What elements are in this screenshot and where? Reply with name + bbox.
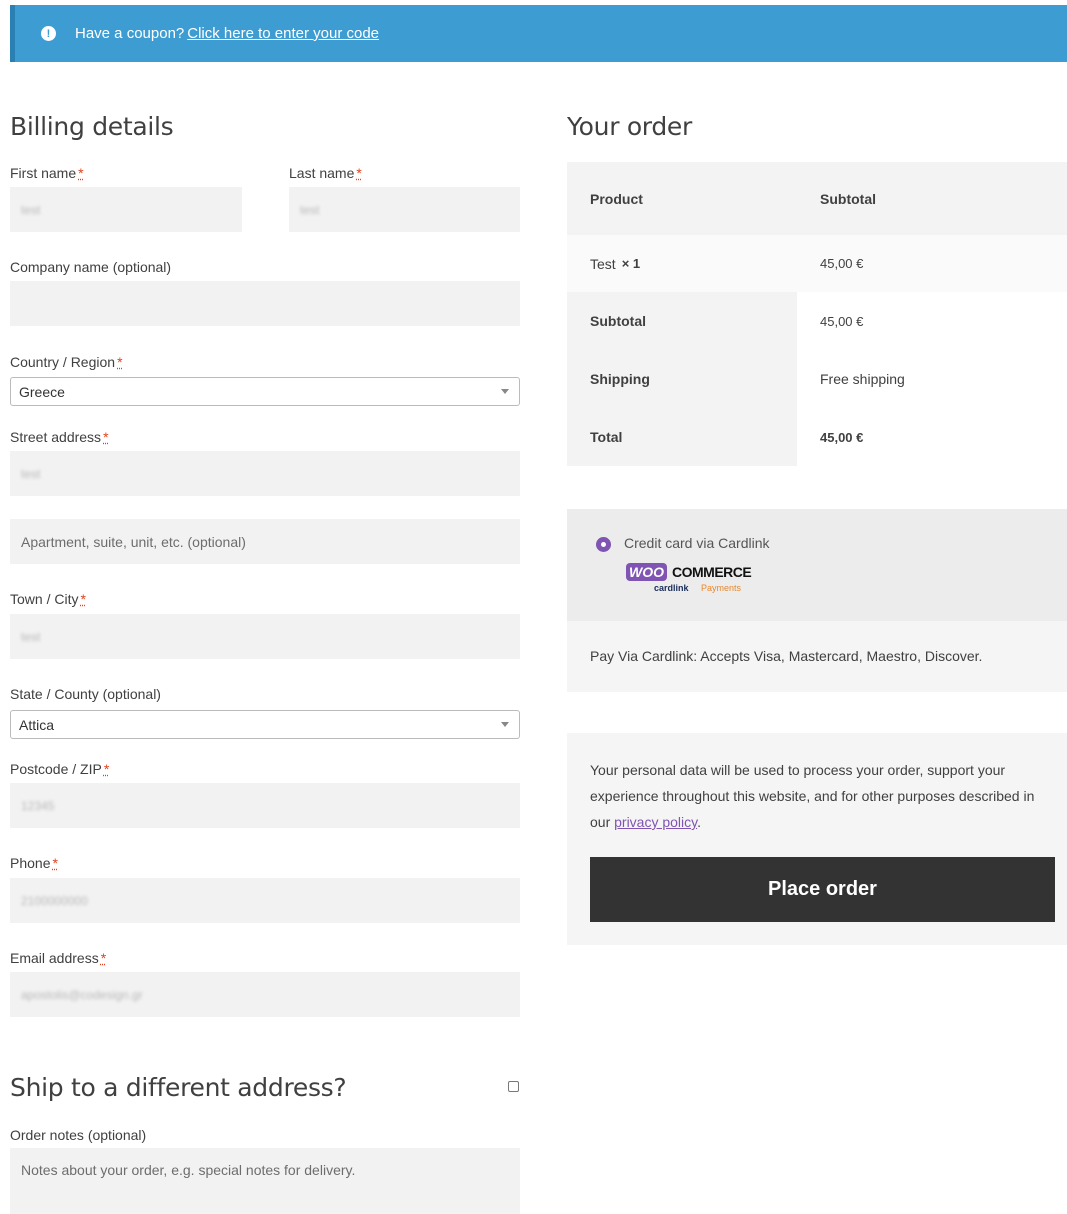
- privacy-text: Your personal data will be used to proce…: [590, 762, 1035, 830]
- country-value: Greece: [19, 383, 65, 400]
- street-input[interactable]: test: [10, 451, 520, 496]
- place-order-button[interactable]: Place order: [590, 857, 1055, 922]
- coupon-notice: ! Have a coupon? Click here to enter you…: [10, 5, 1067, 62]
- subtotal-value: 45,00 €: [820, 313, 864, 329]
- ship-different-title: Ship to a different address?: [10, 1073, 347, 1102]
- street-label: Street address *: [10, 429, 109, 445]
- payment-radio[interactable]: [596, 537, 611, 552]
- item-name: Test: [590, 255, 616, 272]
- first-name-label: First name *: [10, 165, 84, 181]
- country-select[interactable]: Greece: [10, 377, 520, 406]
- company-label: Company name (optional): [10, 259, 172, 275]
- chevron-down-icon: [501, 389, 509, 394]
- payment-description: Pay Via Cardlink: Accepts Visa, Masterca…: [590, 648, 983, 664]
- state-label: State / County (optional): [10, 686, 161, 702]
- company-input[interactable]: [10, 281, 520, 326]
- subtotal-label: Subtotal: [567, 292, 797, 350]
- email-label: Email address *: [10, 950, 107, 966]
- state-select[interactable]: Attica: [10, 710, 520, 739]
- logo-woo: WOO: [626, 563, 667, 581]
- phone-input[interactable]: 2100000000: [10, 878, 520, 923]
- header-subtotal: Subtotal: [820, 190, 876, 207]
- logo-cardlink: cardlink: [654, 583, 689, 593]
- cardlink-logo: WOO COMMERCE cardlink Payments: [626, 563, 752, 597]
- billing-title: Billing details: [10, 112, 174, 141]
- place-order-section: Your personal data will be used to proce…: [567, 733, 1067, 945]
- header-product: Product: [590, 190, 643, 207]
- order-title: Your order: [567, 112, 692, 141]
- town-input[interactable]: test: [10, 614, 520, 659]
- payment-method-item[interactable]: Credit card via Cardlink WOO COMMERCE ca…: [567, 509, 1067, 621]
- total-value: 45,00 €: [820, 429, 864, 445]
- coupon-link[interactable]: Click here to enter your code: [187, 25, 379, 42]
- last-name-label: Last name *: [289, 165, 362, 181]
- logo-commerce: COMMERCE: [672, 564, 752, 580]
- shipping-row: Shipping Free shipping: [567, 350, 1067, 408]
- shipping-label: Shipping: [567, 350, 797, 408]
- order-notes-label: Order notes (optional): [10, 1127, 147, 1143]
- info-icon: !: [41, 26, 56, 41]
- total-label: Total: [567, 408, 797, 466]
- table-row: Test × 1 45,00 €: [567, 235, 1067, 292]
- postcode-label: Postcode / ZIP *: [10, 761, 110, 777]
- payment-method-label: Credit card via Cardlink: [624, 535, 770, 551]
- phone-label: Phone *: [10, 855, 58, 871]
- ship-different-checkbox[interactable]: [508, 1081, 519, 1092]
- town-label: Town / City *: [10, 591, 86, 607]
- table-header-row: Product Subtotal: [567, 162, 1067, 235]
- coupon-text: Have a coupon?: [75, 25, 185, 42]
- item-qty: × 1: [621, 256, 641, 271]
- item-cell: Test × 1: [567, 235, 797, 292]
- order-notes-textarea[interactable]: Notes about your order, e.g. special not…: [10, 1148, 520, 1214]
- apartment-input[interactable]: Apartment, suite, unit, etc. (optional): [10, 519, 520, 564]
- last-name-input[interactable]: test: [289, 187, 520, 232]
- logo-payments: Payments: [701, 583, 742, 593]
- payment-methods: Credit card via Cardlink WOO COMMERCE ca…: [567, 509, 1067, 692]
- shipping-value: Free shipping: [820, 371, 905, 387]
- state-value: Attica: [19, 716, 55, 733]
- postcode-input[interactable]: 12345: [10, 783, 520, 828]
- subtotal-row: Subtotal 45,00 €: [567, 292, 1067, 350]
- item-price: 45,00 €: [820, 256, 864, 271]
- first-name-input[interactable]: test: [10, 187, 242, 232]
- privacy-policy-link[interactable]: privacy policy: [614, 814, 697, 830]
- email-input[interactable]: apostolis@codesign.gr: [10, 972, 520, 1017]
- country-label: Country / Region *: [10, 354, 123, 370]
- total-row: Total 45,00 €: [567, 408, 1067, 466]
- chevron-down-icon: [501, 722, 509, 727]
